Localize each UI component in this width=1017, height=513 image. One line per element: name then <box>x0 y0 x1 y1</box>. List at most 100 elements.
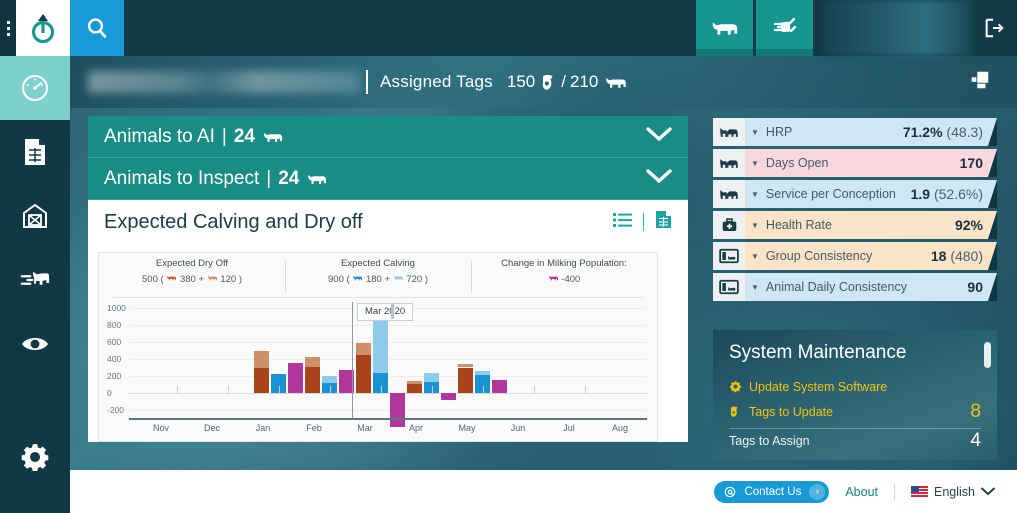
accordion-animals-to-ai[interactable]: Animals to AI | 24 <box>88 116 688 158</box>
zero-line <box>129 393 647 394</box>
kpi-row-hrp[interactable]: ▼ HRP 71.2% (48.3) <box>713 118 997 146</box>
kpi-row-health-rate[interactable]: ▼ Health Rate 92% <box>713 211 997 239</box>
panels-layout-icon <box>971 71 989 88</box>
cow-icon <box>712 22 737 35</box>
x-tick-label: May <box>458 423 476 433</box>
gridline <box>129 359 647 360</box>
x-tick <box>177 386 178 393</box>
sidebar-item-monitor[interactable] <box>0 312 70 376</box>
stat-part-a: 380 <box>179 274 196 285</box>
accordion-animals-to-inspect[interactable]: Animals to Inspect | 24 <box>88 158 688 200</box>
bar-dryoff-faroff <box>458 364 473 368</box>
stat-open-paren: ( <box>160 274 164 285</box>
x-tick-label: Aug <box>611 423 629 433</box>
report-view-button[interactable] <box>655 210 672 235</box>
expected-calving-panel: Expected Calving and Dry off Expected Dr… <box>88 200 688 442</box>
gridline <box>129 376 647 377</box>
y-tick-label: -200 <box>107 405 125 415</box>
accordion-divider: | <box>266 167 272 189</box>
stat-value: 500 ( 380 + 120 ) <box>99 273 285 285</box>
sidebar-item-sorting[interactable] <box>0 248 70 312</box>
chart-plot[interactable]: 1000 800 600 400 200 0 -200 Mar 2020 Nov… <box>99 298 659 438</box>
kpi-body: ▼ Group Consistency 18 (480) <box>745 242 997 270</box>
kpi-body: ▼ HRP 71.2% (48.3) <box>745 118 997 146</box>
chevron-down-icon[interactable]: ▼ <box>751 159 759 168</box>
brand-logo-icon <box>31 14 55 44</box>
bar-dryoff-faroff <box>356 342 371 355</box>
sidebar-item-reports[interactable] <box>0 120 70 184</box>
sort-gate-cow-icon <box>20 271 50 285</box>
about-link[interactable]: About <box>845 485 878 499</box>
stat-change-value: -400 <box>561 274 581 285</box>
chevron-down-icon[interactable]: ▼ <box>751 128 759 137</box>
maintenance-row-update-software[interactable]: Update System Software <box>729 374 981 399</box>
cow-shortcut-button[interactable] <box>696 0 753 56</box>
y-tick-label: 600 <box>107 337 122 347</box>
kpi-value: 92% <box>955 217 983 233</box>
us-flag-icon <box>911 486 928 497</box>
bar-change-pop <box>492 380 507 393</box>
cow-milking-icon <box>167 275 177 281</box>
panels-layout-button[interactable] <box>969 69 991 96</box>
barn-icon <box>23 203 47 228</box>
chart-cursor-handle[interactable] <box>391 303 394 319</box>
contact-us-button[interactable]: Contact Us › <box>714 480 830 503</box>
scrollbar-thumb[interactable] <box>984 342 991 368</box>
cow-breeding-icon <box>713 180 745 208</box>
cow-icon <box>393 275 403 281</box>
milking-population-icon <box>548 275 558 281</box>
kpi-main-value: 92% <box>954 217 983 233</box>
bar-change-pop <box>390 393 405 427</box>
maintenance-row-tags-to-assign[interactable]: Tags to Assign 4 <box>729 428 981 453</box>
maintenance-row-tags-to-update[interactable]: Tags to Update 8 <box>729 399 981 424</box>
menu-button[interactable] <box>0 0 16 56</box>
cow-icon <box>308 174 327 184</box>
chevron-down-icon[interactable] <box>646 126 672 148</box>
chart-card: Expected Dry Off 500 ( 380 + 120) Expec… <box>98 252 658 442</box>
list-view-button[interactable] <box>613 211 632 234</box>
stat-open-paren: ( <box>346 274 350 285</box>
kpi-name: Service per Conception <box>765 187 896 201</box>
page-header: Assigned Tags 150 / 210 <box>70 56 1017 108</box>
topbar-redacted-region <box>823 0 971 56</box>
sidebar-item-farm[interactable] <box>0 184 70 248</box>
brand-logo-button[interactable] <box>16 0 70 56</box>
kpi-main-value: 1.9 <box>910 186 931 202</box>
language-selector[interactable]: English <box>911 485 995 499</box>
kpi-row-group-consistency[interactable]: ▼ Group Consistency 18 (480) <box>713 242 997 270</box>
page-title: Expected Calving and Dry off <box>104 210 363 233</box>
plug-shortcut-button[interactable] <box>756 0 813 56</box>
stat-part-b: 720 <box>406 274 423 285</box>
x-tick-label: Feb <box>306 423 322 433</box>
chevron-down-icon[interactable]: ▼ <box>751 252 759 261</box>
stat-plus: + <box>384 274 391 285</box>
x-tick <box>483 386 484 393</box>
kpi-list: ▼ HRP 71.2% (48.3) ▼ Days Open 170 ▼ Ser… <box>713 118 997 304</box>
stat-close-paren: ) <box>424 274 428 285</box>
kpi-row-days-open[interactable]: ▼ Days Open 170 <box>713 149 997 177</box>
tools-divider <box>643 213 644 231</box>
system-maintenance-title: System Maintenance <box>729 342 907 363</box>
sidebar-item-dashboard[interactable] <box>0 56 70 120</box>
sidebar-item-settings[interactable] <box>0 425 70 489</box>
chevron-down-icon[interactable]: ▼ <box>751 283 759 292</box>
cow-breeding-icon <box>713 149 745 177</box>
logout-button[interactable] <box>971 0 1017 56</box>
maintenance-label: Update System Software <box>749 379 888 394</box>
gear-icon <box>729 380 749 393</box>
stat-expected-dry-off: Expected Dry Off 500 ( 380 + 120) <box>99 258 285 297</box>
y-tick-label: 800 <box>107 320 122 330</box>
chevron-down-icon[interactable]: ▼ <box>751 190 759 199</box>
search-button[interactable] <box>70 0 124 56</box>
chevron-down-icon[interactable]: ▼ <box>751 221 759 230</box>
x-tick-label: Mar <box>357 423 373 433</box>
plug-icon <box>773 17 796 33</box>
kpi-row-animal-daily-consistency[interactable]: ▼ Animal Daily Consistency 90 <box>713 273 997 301</box>
kpi-row-service-per-conception[interactable]: ▼ Service per Conception 1.9 (52.6%) <box>713 180 997 208</box>
stat-total: 500 <box>142 274 158 285</box>
cow-dry-icon <box>207 275 217 281</box>
top-bar <box>0 0 1017 56</box>
left-sidebar <box>0 56 70 513</box>
chevron-down-icon[interactable] <box>646 168 672 190</box>
bar-dryoff-milking <box>407 383 422 393</box>
